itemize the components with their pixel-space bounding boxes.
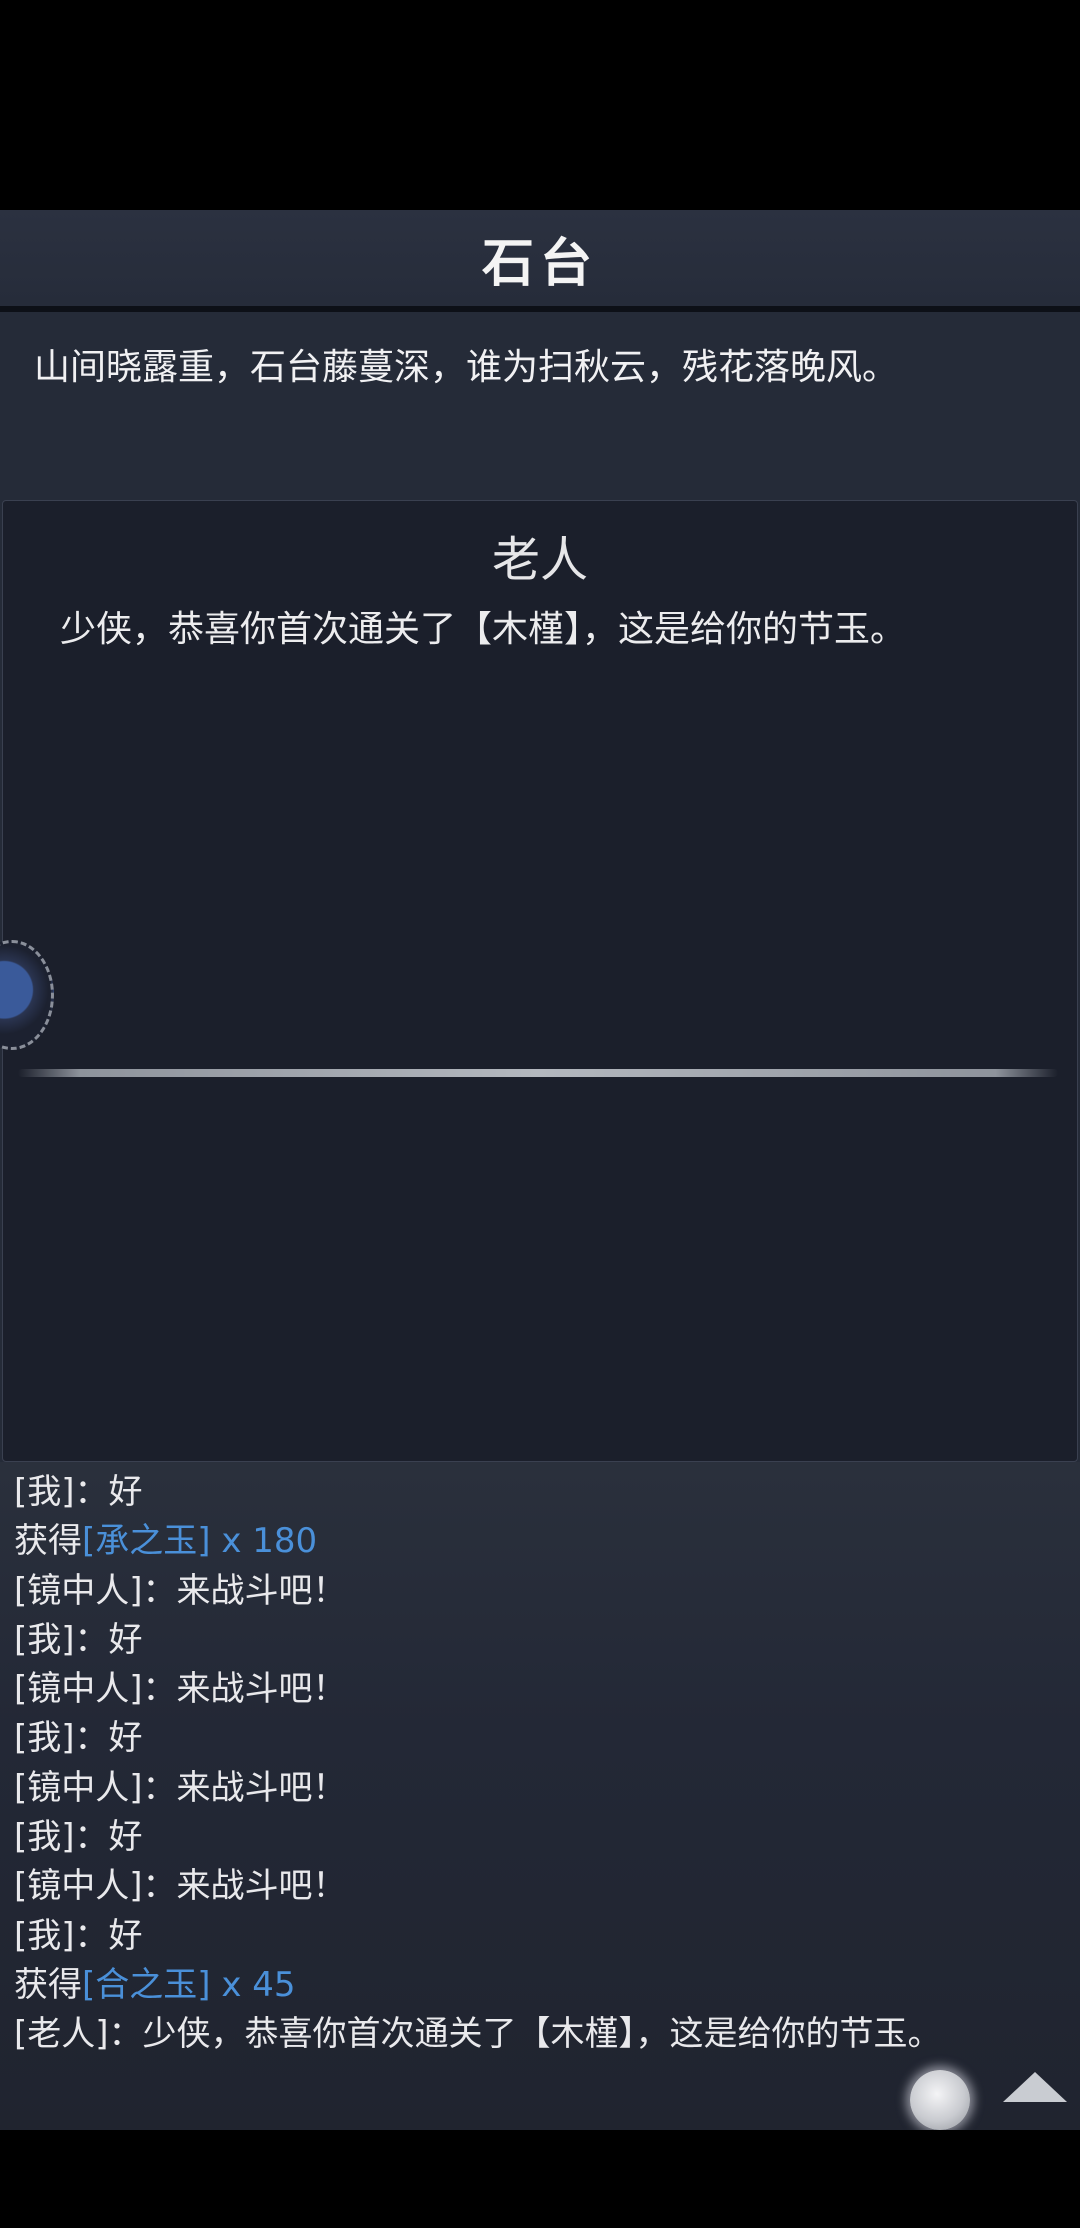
- log-line-text: [镜中人]：来战斗吧！: [14, 1669, 347, 1710]
- log-line: [镜中人]：来战斗吧！: [14, 1567, 1074, 1616]
- brush-divider: [18, 1069, 1058, 1077]
- location-description: 山间晓露重，石台藤蔓深，谁为扫秋云，残花落晚风。: [34, 347, 899, 388]
- log-line: [老人]：少侠，恭喜你首次通关了【木槿】，这是给你的节玉。: [14, 2010, 1074, 2059]
- log-line-text: [老人]：少侠，恭喜你首次通关了【木槿】，这是给你的节玉。: [14, 2014, 942, 2055]
- dialog-speaker-name: 老人: [491, 532, 588, 588]
- orb-icon[interactable]: [910, 2070, 970, 2130]
- log-line-text: [镜中人]：来战斗吧！: [14, 1767, 347, 1808]
- log-line-text: [我]：好: [14, 1619, 143, 1660]
- status-bar: [0, 0, 1080, 210]
- log-line-text: [镜中人]：来战斗吧！: [14, 1570, 347, 1611]
- log-line: [我]：好: [14, 1468, 1074, 1517]
- triangle-up-icon[interactable]: [1003, 2072, 1067, 2102]
- log-line: 获得[承之玉] x 180: [14, 1517, 1074, 1566]
- message-log: [我]：好 获得[承之玉] x 180 [镜中人]：来战斗吧！ [我]：好 [镜中人]：…: [14, 1468, 1074, 2060]
- location-title: 石台: [481, 232, 598, 294]
- log-line: [镜中人]：来战斗吧！: [14, 1862, 1074, 1911]
- log-line: [我]：好: [14, 1714, 1074, 1763]
- log-item-link[interactable]: [承之玉]: [82, 1521, 211, 1561]
- log-item-count: x 180: [210, 1521, 318, 1562]
- log-line-text: [我]：好: [14, 1718, 143, 1759]
- log-line: 获得[合之玉] x 45: [14, 1961, 1074, 2010]
- log-line-text: 获得: [14, 1521, 82, 1562]
- log-line-text: [我]：好: [14, 1915, 143, 1956]
- log-line-text: [我]：好: [14, 1817, 143, 1858]
- log-line-text: [我]：好: [14, 1472, 143, 1512]
- dialog-text: 少侠，恭喜你首次通关了【木槿】，这是给你的节玉。: [60, 609, 907, 650]
- log-line: [镜中人]：来战斗吧！: [14, 1764, 1074, 1813]
- log-line: [我]：好: [14, 1912, 1074, 1961]
- log-item-count: x 45: [210, 1964, 296, 2005]
- log-line: [镜中人]：来战斗吧！: [14, 1665, 1074, 1714]
- log-line-text: [镜中人]：来战斗吧！: [14, 1866, 347, 1907]
- log-line-text: 获得: [14, 1964, 82, 2005]
- navigation-bar: [0, 2130, 1080, 2228]
- log-item-link[interactable]: [合之玉]: [82, 1965, 211, 2005]
- title-bar: 石台: [0, 210, 1080, 312]
- log-line: [我]：好: [14, 1616, 1074, 1665]
- log-line: [我]：好: [14, 1813, 1074, 1862]
